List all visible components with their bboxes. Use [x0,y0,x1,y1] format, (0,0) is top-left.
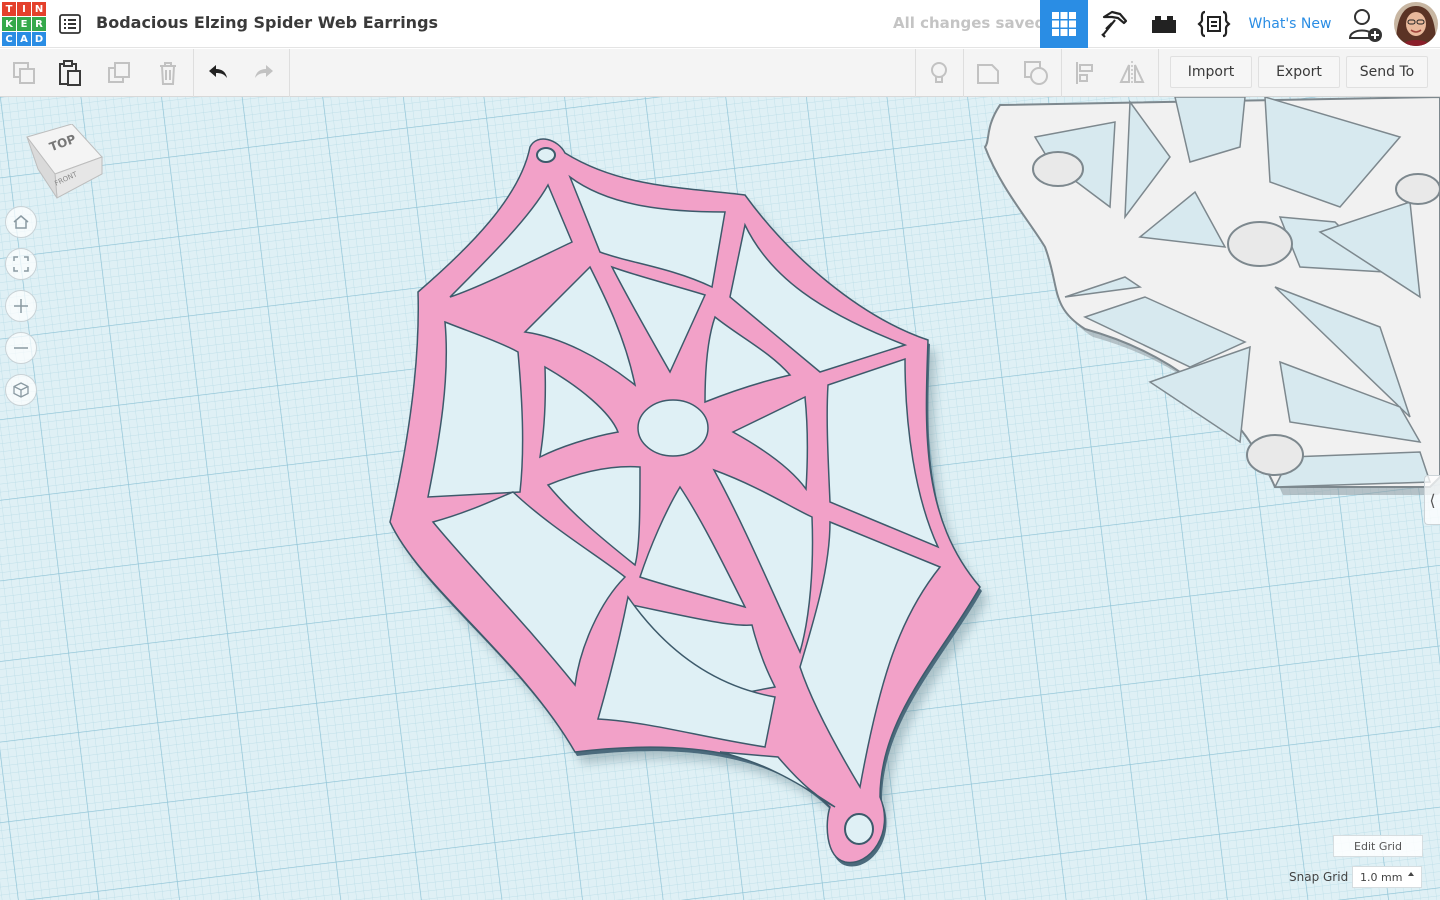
logo-letter: C [2,32,16,46]
design-list-button[interactable] [58,12,82,36]
toolbar-divider [289,49,290,97]
perspective-toggle-button[interactable] [5,374,37,406]
copy-button[interactable] [0,49,48,97]
edit-toolbar: Import Export Send To [0,49,1440,97]
mirror-icon [1119,61,1145,85]
delete-button[interactable] [144,49,192,97]
import-button[interactable]: Import [1170,56,1252,88]
send-to-button[interactable]: Send To [1346,56,1428,88]
align-button[interactable] [1062,49,1110,97]
user-avatar[interactable] [1394,2,1438,46]
snap-grid-select[interactable]: 1.0 mm [1352,866,1422,888]
logo-letter: T [2,2,16,16]
logo-letter: A [17,32,31,46]
toolbar-divider [1158,49,1159,97]
view-cube[interactable]: TOP FRONT [22,123,106,204]
tinkercad-logo[interactable]: T I N K E R C A D [2,2,46,46]
fit-view-button[interactable] [5,248,37,280]
avatar-photo-icon [1394,2,1438,46]
undo-button[interactable] [194,49,242,97]
mirror-button[interactable] [1108,49,1156,97]
list-icon [59,14,81,34]
logo-letter: N [32,2,46,16]
codeblocks-view-button[interactable] [1190,0,1238,48]
chevron-left-icon: ⟨ [1429,490,1436,510]
logo-letter: I [17,2,31,16]
snap-grid-label: Snap Grid [1289,870,1349,884]
undo-icon [209,65,227,78]
whats-new-link[interactable]: What's New [1241,0,1339,48]
pickaxe-icon [1101,10,1128,38]
minecraft-view-button[interactable] [1090,0,1138,48]
3d-design-view-button[interactable] [1040,0,1088,48]
export-button[interactable]: Export [1258,56,1340,88]
bricks-icon [1152,16,1176,33]
logo-letter: K [2,17,16,31]
note-icon [931,62,947,83]
notes-toggle-button[interactable] [964,49,1012,97]
caret-up-icon [1408,872,1414,876]
home-view-icon [13,215,29,229]
zoom-out-button[interactable] [5,332,37,364]
zoom-in-button[interactable] [5,290,37,322]
duplicate-icon [108,62,130,83]
note-button[interactable] [915,49,963,97]
show-all-button[interactable] [1012,49,1060,97]
bricks-view-button[interactable] [1140,0,1188,48]
redo-button[interactable] [240,49,288,97]
workplane[interactable]: TOP FRONT ⟨ Edit Grid Snap Grid 1.0 mm [0,97,1440,900]
zoom-in-icon [14,299,28,313]
duplicate-button[interactable] [96,49,144,97]
invite-user-button[interactable] [1346,6,1386,44]
home-view-button[interactable] [5,206,37,238]
design-title[interactable]: Bodacious Elzing Spider Web Earrings [96,13,438,32]
zoom-out-icon [14,347,28,349]
fit-view-icon [13,256,29,272]
paste-icon [59,60,81,86]
copy-icon [13,62,35,84]
shapes-panel-toggle[interactable]: ⟨ [1424,475,1440,525]
delete-icon [160,62,176,85]
align-icon [1076,62,1093,84]
snap-grid-value: 1.0 mm [1360,870,1403,884]
logo-letter: E [17,17,31,31]
paste-button[interactable] [46,49,94,97]
redo-icon [255,65,273,78]
add-user-icon [1348,9,1382,42]
edit-grid-button[interactable]: Edit Grid [1333,835,1423,857]
top-bar: T I N K E R C A D Bodacious Elzing Spide… [0,0,1440,48]
codeblocks-icon [1197,10,1231,38]
logo-letter: R [32,17,46,31]
show-all-icon [1024,61,1048,85]
grid-view-icon [1052,12,1076,36]
notes-toggle-icon [977,64,999,84]
save-status: All changes saved [893,14,1046,32]
workplane-grid [0,97,1440,900]
logo-letter: D [32,32,46,46]
perspective-icon [13,382,29,398]
